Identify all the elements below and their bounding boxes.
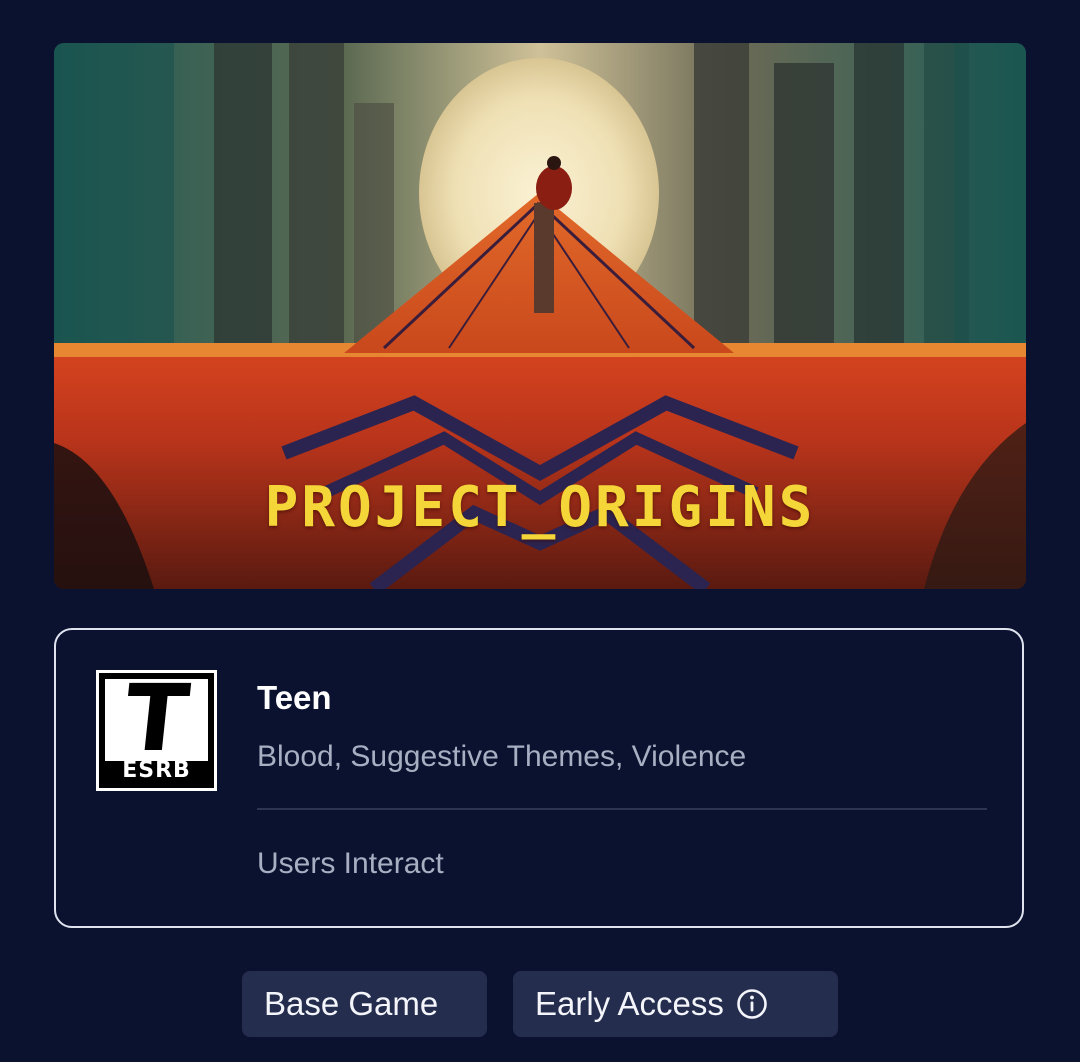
content-descriptors: Blood, Suggestive Themes, Violence (257, 740, 747, 773)
game-key-art: PROJECT_ORIGINS (54, 43, 1026, 589)
base-game-tag-label: Base Game (264, 985, 439, 1022)
divider (257, 808, 987, 810)
esrb-rating-icon: T ESRB (96, 665, 217, 791)
interactive-elements: Users Interact (257, 847, 444, 880)
game-details-page: PROJECT_ORIGINS T ESRB Teen Blood, Sugge… (0, 0, 1080, 1062)
game-title-logo: PROJECT_ORIGINS (264, 475, 816, 540)
early-access-tag[interactable]: Early Access (513, 971, 838, 1037)
esrb-label: ESRB (122, 758, 191, 783)
esrb-rating-letter: T (119, 665, 194, 772)
base-game-tag: Base Game (242, 971, 487, 1037)
info-icon[interactable] (736, 988, 768, 1020)
early-access-tag-label: Early Access (535, 985, 724, 1022)
rating-title: Teen (257, 679, 332, 716)
age-rating-card: T ESRB Teen Blood, Suggestive Themes, Vi… (54, 628, 1024, 928)
